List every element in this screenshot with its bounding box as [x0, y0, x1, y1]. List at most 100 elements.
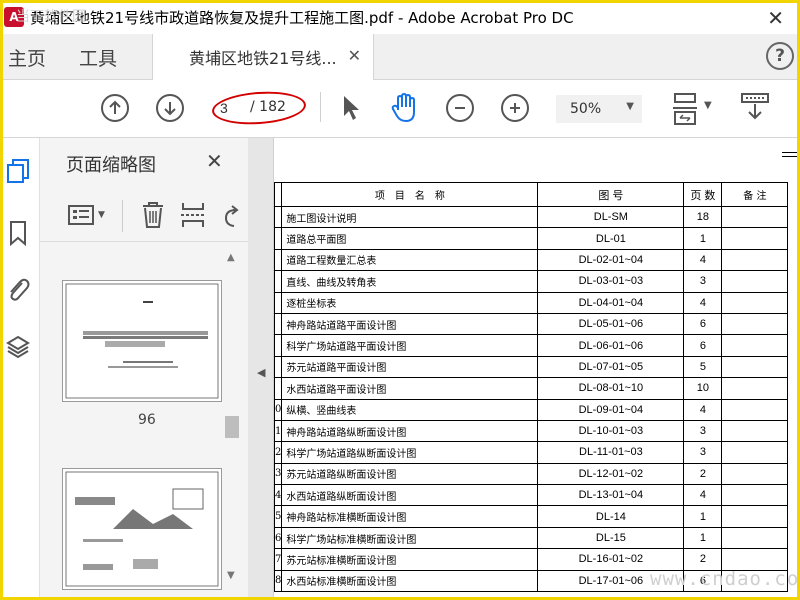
thumbnail-scrollbar[interactable]: ▲ ▼ [222, 250, 242, 600]
table-row: 3 苏元站道路纵断面设计图 DL-12-01~02 2 [274, 462, 789, 486]
row-pages: 4 [683, 291, 723, 314]
row-number [274, 377, 283, 400]
thumbnail-options-caret-icon[interactable]: ▼ [98, 210, 105, 220]
row-name: 苏元站道路纵断面设计图 [281, 462, 539, 486]
table-row: 4 水西站道路纵断面设计图 DL-13-01~04 4 [274, 484, 789, 507]
attachments-icon[interactable] [6, 276, 30, 302]
tab-home[interactable]: 主页 [8, 44, 46, 71]
scroll-up-icon[interactable]: ▲ [227, 252, 235, 263]
toolbar: ▼ [0, 80, 800, 138]
row-number [274, 227, 283, 250]
row-code: DL-05-01~06 [537, 312, 685, 336]
collapse-panel-icon[interactable]: ◀ [257, 366, 265, 379]
page-thumbnail[interactable] [62, 468, 222, 590]
panel-title: 页面缩略图 [66, 155, 156, 176]
row-number: 5 [274, 505, 283, 528]
next-page-icon[interactable] [156, 94, 184, 122]
thumbnails-panel: 页面缩略图 ✕ ▼ 96 ▲ ▼ [40, 138, 248, 600]
row-pages: 18 [683, 205, 723, 229]
thumbnail-options-icon[interactable] [68, 204, 94, 226]
zoom-caret-icon: ▼ [626, 101, 634, 112]
row-pages: 1 [683, 505, 723, 528]
row-number: 8 [274, 569, 283, 593]
scroll-mode-icon[interactable] [740, 92, 770, 124]
table-row: 7 苏元站标准横断面设计图 DL-16-01~02 2 [274, 548, 789, 571]
row-name: 苏元站标准横断面设计图 [281, 548, 539, 571]
panel-close-icon[interactable]: ✕ [206, 149, 223, 173]
document-view[interactable]: 项 目 名 称 图 号 页 数 备 注 施工图设计说明 DL-SM 18 道路总平面图… [274, 138, 800, 600]
table-row: 苏元站道路平面设计图 DL-07-01~05 5 [274, 355, 789, 379]
header-pages: 页 数 [683, 182, 723, 207]
row-pages: 1 [683, 526, 723, 550]
scrollbar-thumb[interactable] [225, 416, 239, 438]
toolbar-divider [320, 92, 321, 122]
table-row: 道路总平面图 DL-01 1 [274, 227, 789, 250]
drawing-index-table: 项 目 名 称 图 号 页 数 备 注 施工图设计说明 DL-SM 18 道路总平面图… [274, 182, 789, 593]
delete-page-icon[interactable] [140, 200, 166, 230]
row-code: DL-06-01~06 [537, 334, 685, 357]
tab-bar: 主页 工具 黄埔区地铁21号线... ✕ ? [0, 34, 800, 80]
row-name: 科学广场站道路纵断面设计图 [281, 441, 539, 464]
row-name: 纵横、竖曲线表 [281, 398, 539, 421]
row-pages: 1 [683, 227, 723, 250]
row-code: DL-15 [537, 526, 685, 550]
row-pages: 4 [683, 398, 723, 421]
row-code: DL-07-01~05 [537, 355, 685, 379]
bookmarks-icon[interactable] [6, 220, 30, 246]
scroll-down-icon[interactable]: ▼ [227, 570, 235, 581]
row-note [721, 377, 789, 400]
tab-tools[interactable]: 工具 [79, 44, 117, 71]
row-number: 0 [274, 398, 283, 421]
header-number-cell [274, 182, 283, 207]
row-number: 7 [274, 548, 283, 571]
watermark-top: 当下软件园 [16, 9, 86, 25]
row-name: 苏元站道路平面设计图 [281, 355, 539, 379]
row-note [721, 441, 789, 464]
row-note [721, 312, 789, 336]
row-code: DL-14 [537, 505, 685, 528]
page-thumbnails-icon[interactable] [6, 158, 30, 184]
row-number: 2 [274, 441, 283, 464]
tab-close-icon[interactable]: ✕ [348, 46, 361, 65]
panel-collapse-strip[interactable]: ◀ [248, 138, 274, 600]
previous-page-icon[interactable] [101, 94, 129, 122]
insert-page-icon[interactable] [180, 200, 206, 230]
zoom-in-icon[interactable] [501, 94, 529, 122]
row-pages: 3 [683, 441, 723, 464]
row-name: 直线、曲线及转角表 [281, 270, 539, 293]
row-code: DL-03-01~03 [537, 270, 685, 293]
table-row: 5 神舟路站标准横断面设计图 DL-14 1 [274, 505, 789, 528]
row-code: DL-01 [537, 227, 685, 250]
row-number: 3 [274, 462, 283, 486]
table-row: 施工图设计说明 DL-SM 18 [274, 205, 789, 229]
page-thumbnail[interactable] [62, 280, 222, 402]
zoom-dropdown[interactable]: 50% ▼ [556, 95, 642, 123]
row-number [274, 355, 283, 379]
row-pages: 2 [683, 548, 723, 571]
row-number [274, 205, 283, 229]
page-edge-mark [782, 156, 800, 157]
row-code: DL-08-01~10 [537, 377, 685, 400]
help-icon[interactable]: ? [766, 42, 794, 70]
hand-tool-icon[interactable] [390, 92, 420, 124]
window-close-icon[interactable]: ✕ [767, 6, 784, 30]
row-pages: 4 [683, 248, 723, 272]
row-code: DL-09-01~04 [537, 398, 685, 421]
table-row: 直线、曲线及转角表 DL-03-01~03 3 [274, 270, 789, 293]
tab-document[interactable]: 黄埔区地铁21号线... ✕ [152, 34, 374, 80]
select-cursor-icon[interactable] [340, 94, 362, 122]
row-name: 道路工程数量汇总表 [281, 248, 539, 272]
page-display-icon[interactable] [672, 92, 698, 126]
row-number [274, 334, 283, 357]
page-edge-mark [782, 152, 800, 153]
zoom-out-icon[interactable] [446, 94, 474, 122]
row-note [721, 505, 789, 528]
row-code: DL-16-01~02 [537, 548, 685, 571]
page-display-caret-icon[interactable]: ▼ [704, 100, 712, 111]
row-pages: 6 [683, 334, 723, 357]
row-code: DL-10-01~03 [537, 419, 685, 443]
row-note [721, 291, 789, 314]
rotate-page-icon[interactable] [220, 202, 240, 230]
layers-icon[interactable] [6, 334, 30, 360]
row-name: 神舟路站标准横断面设计图 [281, 505, 539, 528]
